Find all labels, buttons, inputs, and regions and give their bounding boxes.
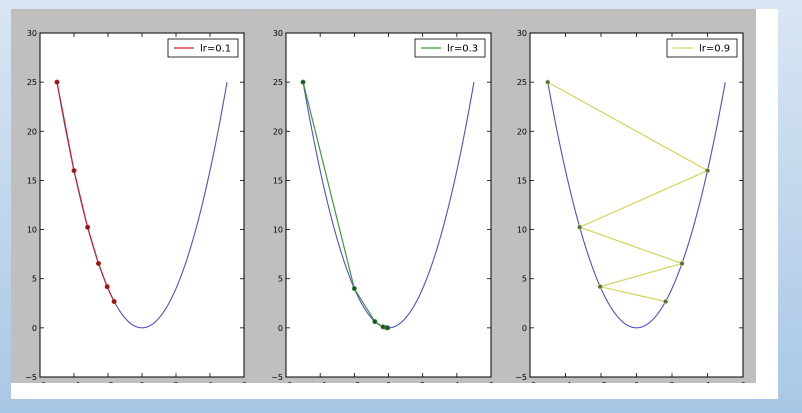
y-tick-label: 25	[273, 78, 283, 87]
y-tick-label: 30	[273, 29, 283, 38]
descent-step-point	[111, 299, 117, 305]
y-tick-label: 5	[32, 275, 37, 284]
y-tick-label: 30	[517, 29, 527, 38]
plots-svg: −6−4−20246−5051015202530lr=0.1−6−4−20246…	[25, 29, 745, 383]
legend-label: lr=0.1	[200, 44, 231, 55]
y-tick-label: 5	[278, 275, 283, 284]
y-tick-label: −5	[515, 373, 527, 382]
x-tick-label: −2	[595, 381, 607, 383]
x-tick-label: 0	[634, 381, 639, 383]
descent-step-point	[104, 284, 110, 290]
figure: −6−4−20246−5051015202530lr=0.1−6−4−20246…	[11, 9, 756, 383]
y-tick-label: −5	[271, 373, 283, 382]
x-tick-label: 2	[669, 381, 674, 383]
x-tick-label: −4	[560, 381, 572, 383]
descent-step-point	[679, 260, 685, 266]
y-tick-label: −5	[25, 373, 37, 382]
descent-step-point	[300, 79, 306, 85]
descent-step-point	[372, 319, 378, 325]
y-tick-label: 10	[273, 226, 283, 235]
descent-step-point	[54, 79, 60, 85]
x-tick-label: 6	[740, 381, 745, 383]
x-tick-label: −2	[348, 381, 360, 383]
x-tick-label: 4	[454, 381, 459, 383]
x-tick-label: 4	[207, 381, 212, 383]
axes-background	[40, 33, 244, 377]
y-tick-label: 0	[278, 324, 283, 333]
descent-step-point	[577, 224, 583, 230]
y-tick-label: 30	[27, 29, 37, 38]
x-tick-label: 0	[386, 381, 391, 383]
y-tick-label: 20	[517, 127, 527, 136]
y-tick-label: 15	[273, 176, 283, 185]
y-tick-label: 10	[517, 226, 527, 235]
descent-step-point	[351, 286, 357, 292]
y-tick-label: 5	[522, 275, 527, 284]
x-tick-label: 6	[488, 381, 493, 383]
y-tick-label: 20	[27, 127, 37, 136]
y-tick-label: 20	[273, 127, 283, 136]
x-tick-label: 6	[241, 381, 246, 383]
y-tick-label: 15	[517, 176, 527, 185]
y-tick-label: 0	[32, 324, 37, 333]
x-tick-label: −4	[68, 381, 80, 383]
legend-label: lr=0.3	[447, 44, 478, 55]
x-tick-label: −4	[314, 381, 326, 383]
descent-step-point	[71, 168, 77, 174]
x-tick-label: 0	[139, 381, 144, 383]
y-tick-label: 25	[27, 78, 37, 87]
y-tick-label: 10	[27, 226, 37, 235]
subplot-1: −6−4−20246−5051015202530lr=0.1	[25, 29, 246, 383]
descent-step-point	[663, 299, 669, 305]
descent-step-point	[95, 260, 101, 266]
y-tick-label: 15	[27, 176, 37, 185]
descent-step-point	[85, 224, 91, 230]
x-tick-label: 2	[420, 381, 425, 383]
axes-background	[286, 33, 491, 377]
descent-step-point	[704, 168, 710, 174]
axes-background	[530, 33, 743, 377]
descent-step-point	[597, 284, 603, 290]
x-tick-label: 4	[705, 381, 710, 383]
x-tick-label: −2	[102, 381, 114, 383]
descent-step-point	[385, 325, 391, 331]
subplot-2: −6−4−20246−5051015202530lr=0.3	[271, 29, 493, 383]
legend-label: lr=0.9	[699, 44, 730, 55]
x-tick-label: 2	[173, 381, 178, 383]
y-tick-label: 25	[517, 78, 527, 87]
subplot-3: −6−4−20246−5051015202530lr=0.9	[515, 29, 745, 383]
descent-step-point	[545, 79, 551, 85]
y-tick-label: 0	[522, 324, 527, 333]
